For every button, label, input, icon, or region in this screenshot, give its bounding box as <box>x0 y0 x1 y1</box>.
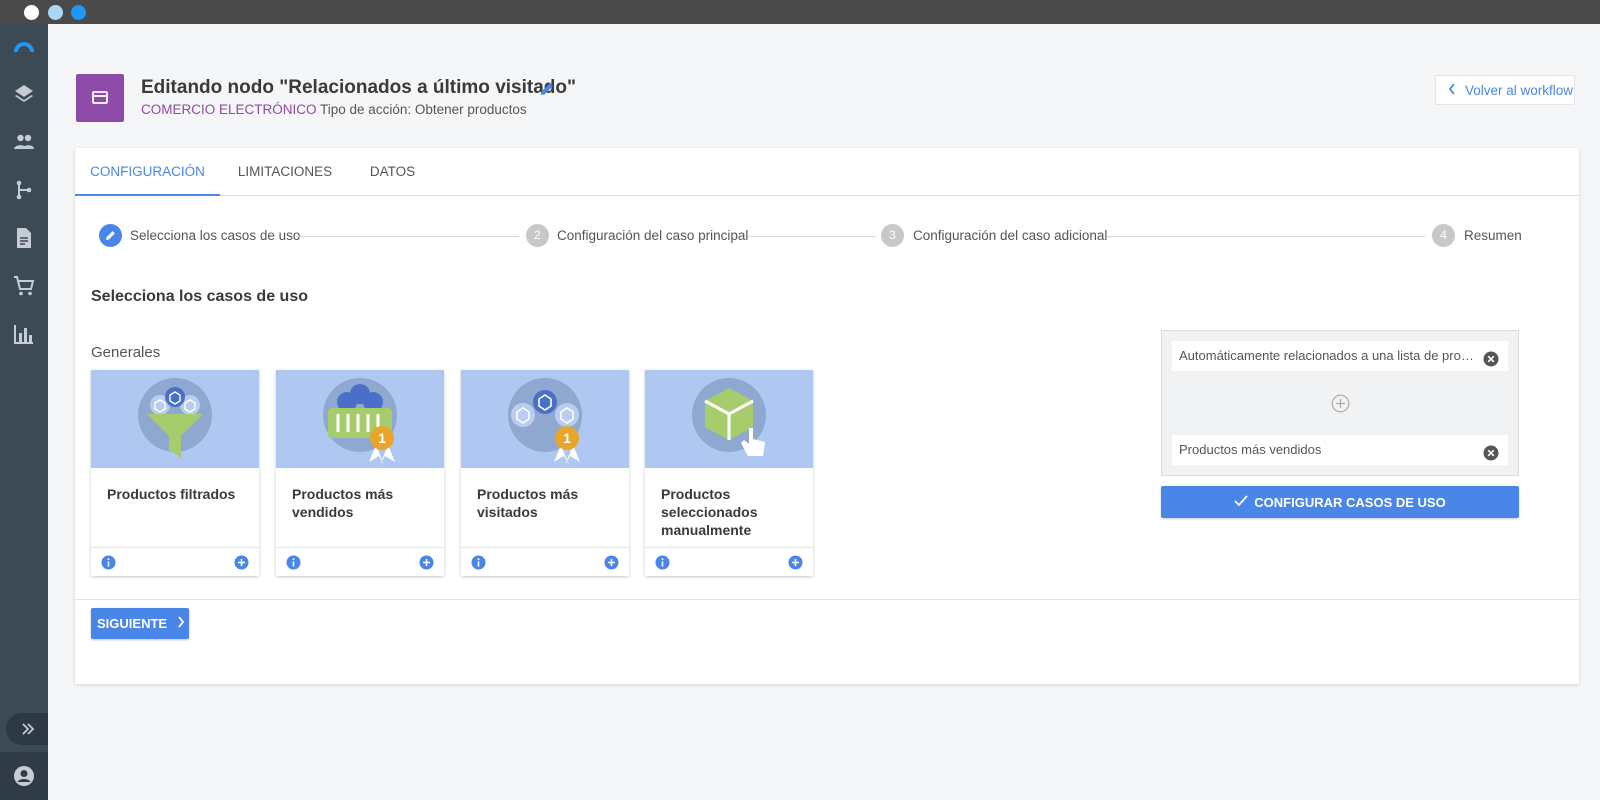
info-icon[interactable] <box>471 555 486 570</box>
window-minimize-dot[interactable] <box>48 5 63 20</box>
info-icon[interactable] <box>286 555 301 570</box>
back-to-workflow-button[interactable]: Volver al workflow <box>1435 75 1575 105</box>
document-icon[interactable] <box>12 226 36 250</box>
editor-card: CONFIGURACIÓN LIMITACIONES DATOS Selecci… <box>75 148 1579 684</box>
divider <box>75 599 1579 600</box>
node-category: COMERCIO ELECTRÓNICO <box>141 102 317 117</box>
back-to-workflow-label: Volver al workflow <box>1465 82 1574 98</box>
chevron-left-icon <box>1448 82 1456 98</box>
next-button[interactable]: SIGUIENTE <box>91 608 189 639</box>
use-case-actions <box>276 547 444 576</box>
tab-configuracion[interactable]: CONFIGURACIÓN <box>75 148 220 196</box>
step-4-circle: 4 <box>1432 224 1455 247</box>
account-circle-icon <box>13 765 35 792</box>
add-icon[interactable] <box>234 555 249 570</box>
logo-icon[interactable] <box>12 38 36 62</box>
node-action-type: Tipo de acción: Obtener productos <box>320 102 527 117</box>
info-icon[interactable] <box>101 555 116 570</box>
use-case-actions <box>461 547 629 576</box>
section-title: Selecciona los casos de uso <box>91 288 308 305</box>
use-case-title: Productos más vendidos <box>292 486 394 520</box>
step-1-circle <box>99 224 122 247</box>
node-subtitle: COMERCIO ELECTRÓNICO Tipo de acción: Obt… <box>141 102 527 117</box>
tab-bar: CONFIGURACIÓN LIMITACIONES DATOS <box>75 148 1579 196</box>
step-connector <box>748 236 876 237</box>
user-menu-button[interactable] <box>0 752 48 800</box>
node-type-icon <box>76 74 124 122</box>
double-chevron-right-icon <box>20 721 36 742</box>
configure-use-cases-label: CONFIGURAR CASOS DE USO <box>1254 494 1446 510</box>
use-case-title: Productos seleccionados manualmente <box>661 486 758 538</box>
cart-icon[interactable] <box>12 274 36 298</box>
svg-text:1: 1 <box>378 430 386 446</box>
selected-use-case: Productos más vendidos <box>1172 435 1508 465</box>
step-connector <box>1107 236 1425 237</box>
use-case-card[interactable]: Productos seleccionados manualmente <box>645 370 813 576</box>
step-2-circle: 2 <box>526 224 549 247</box>
step-3-circle: 3 <box>881 224 904 247</box>
people-icon[interactable] <box>12 130 36 154</box>
configure-use-cases-button[interactable]: CONFIGURAR CASOS DE USO <box>1161 486 1519 518</box>
bar-chart-icon[interactable] <box>12 322 36 346</box>
use-case-title: Productos más visitados <box>477 486 579 520</box>
remove-circle-icon[interactable] <box>1483 442 1499 461</box>
use-case-title: Productos filtrados <box>107 486 236 502</box>
tab-datos[interactable]: DATOS <box>355 148 430 196</box>
pencil-icon <box>106 231 115 240</box>
selected-use-cases-panel: Automáticamente relacionados a una lista… <box>1161 330 1519 476</box>
add-icon[interactable] <box>788 555 803 570</box>
window-titlebar <box>0 0 1600 24</box>
info-icon[interactable] <box>655 555 670 570</box>
step-1-label: Selecciona los casos de uso <box>130 228 301 243</box>
box-hand-icon <box>645 370 813 468</box>
use-case-card[interactable]: Productos filtrados <box>91 370 259 576</box>
funnel-products-icon <box>91 370 259 468</box>
edit-pencil-icon[interactable] <box>538 80 556 98</box>
use-case-card[interactable]: 1 Productos más vendidos <box>276 370 444 576</box>
selected-use-case-label: Productos más vendidos <box>1179 442 1322 457</box>
group-label: Generales <box>91 344 161 361</box>
sidebar <box>0 24 48 800</box>
use-case-card[interactable]: 1 Productos más visitados <box>461 370 629 576</box>
use-case-actions <box>91 547 259 576</box>
step-3-label: Configuración del caso adicional <box>913 228 1108 243</box>
add-icon[interactable] <box>604 555 619 570</box>
step-4-label: Resumen <box>1464 228 1522 243</box>
selected-use-case-label: Automáticamente relacionados a una lista… <box>1179 348 1474 363</box>
tab-limitaciones[interactable]: LIMITACIONES <box>225 148 345 196</box>
step-connector <box>296 236 519 237</box>
add-icon[interactable] <box>419 555 434 570</box>
selected-use-case: Automáticamente relacionados a una lista… <box>1172 341 1508 371</box>
workflow-icon[interactable] <box>12 178 36 202</box>
remove-circle-icon[interactable] <box>1483 348 1499 367</box>
page-title: Editando nodo "Relacionados a último vis… <box>141 77 576 98</box>
use-case-actions <box>645 547 813 576</box>
basket-medal-icon: 1 <box>276 370 444 468</box>
window-close-dot[interactable] <box>24 5 39 20</box>
products-medal-icon: 1 <box>461 370 629 468</box>
add-circle-outline-icon[interactable] <box>1331 394 1350 413</box>
next-button-label: SIGUIENTE <box>97 616 168 631</box>
step-2-label: Configuración del caso principal <box>557 228 749 243</box>
expand-sidebar-button[interactable] <box>6 713 48 745</box>
chevron-right-icon <box>177 616 185 631</box>
layers-icon[interactable] <box>12 82 36 106</box>
main-content: Editando nodo "Relacionados a último vis… <box>48 24 1600 800</box>
svg-text:1: 1 <box>563 430 571 446</box>
window-maximize-dot[interactable] <box>71 5 86 20</box>
check-icon <box>1234 494 1248 510</box>
